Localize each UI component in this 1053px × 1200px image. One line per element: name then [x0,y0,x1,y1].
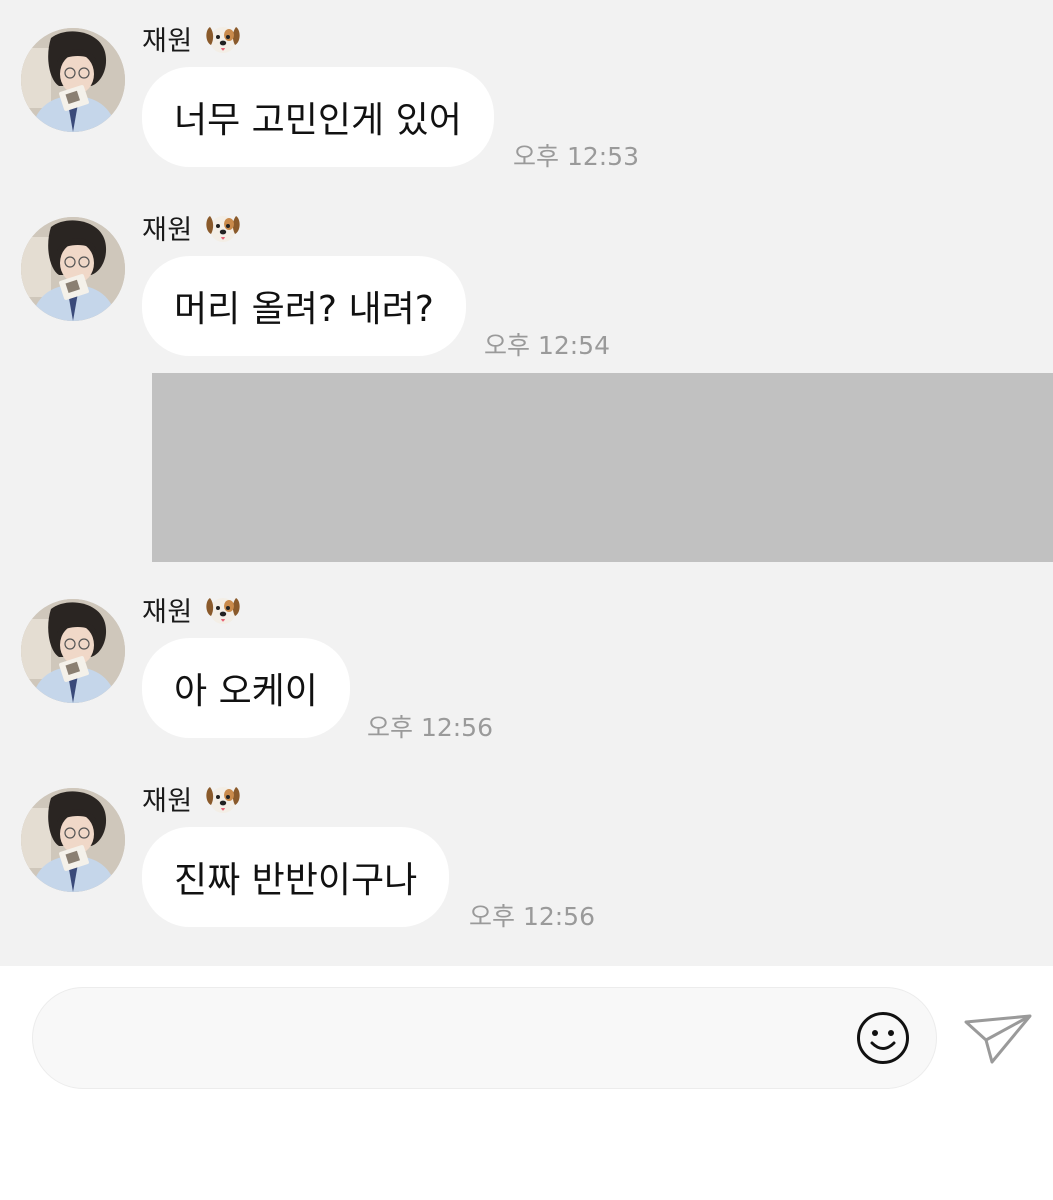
sender-header: 재원 [142,207,243,247]
sender-header: 재원 [142,778,243,818]
redacted-block [152,373,1053,562]
sender-header: 재원 [142,18,243,58]
send-button[interactable] [962,1008,1034,1068]
message-bubble[interactable]: 아 오케이 [142,638,350,738]
sender-name: 재원 [142,214,193,246]
sender-name: 재원 [142,785,193,817]
sender-header: 재원 [142,589,243,629]
paper-plane-icon [964,1014,1032,1064]
message-timestamp: 오후 12:54 [484,331,610,360]
avatar[interactable] [21,217,125,321]
chat-area[interactable]: 재원 너무 고민인게 있어 오후 12:53 재원 머리 올려? 내려? 오후 … [0,0,1053,966]
message-bubble[interactable]: 진짜 반반이구나 [142,827,450,927]
message-input[interactable] [73,988,837,1090]
message-bubble[interactable]: 너무 고민인게 있어 [142,67,494,167]
message-timestamp: 오후 12:56 [469,902,595,931]
sender-name: 재원 [142,596,193,628]
avatar[interactable] [21,599,125,703]
dog-face-icon [203,589,243,629]
sender-name: 재원 [142,25,193,57]
smiley-icon [857,1012,909,1064]
message-timestamp: 오후 12:53 [513,142,639,171]
message-timestamp: 오후 12:56 [367,713,493,742]
avatar[interactable] [21,28,125,132]
emoji-button[interactable] [855,1010,911,1066]
dog-face-icon [203,207,243,247]
message-bubble[interactable]: 머리 올려? 내려? [142,256,466,356]
dog-face-icon [203,778,243,818]
dog-face-icon [203,18,243,58]
avatar[interactable] [21,788,125,892]
message-composer[interactable] [32,987,937,1090]
